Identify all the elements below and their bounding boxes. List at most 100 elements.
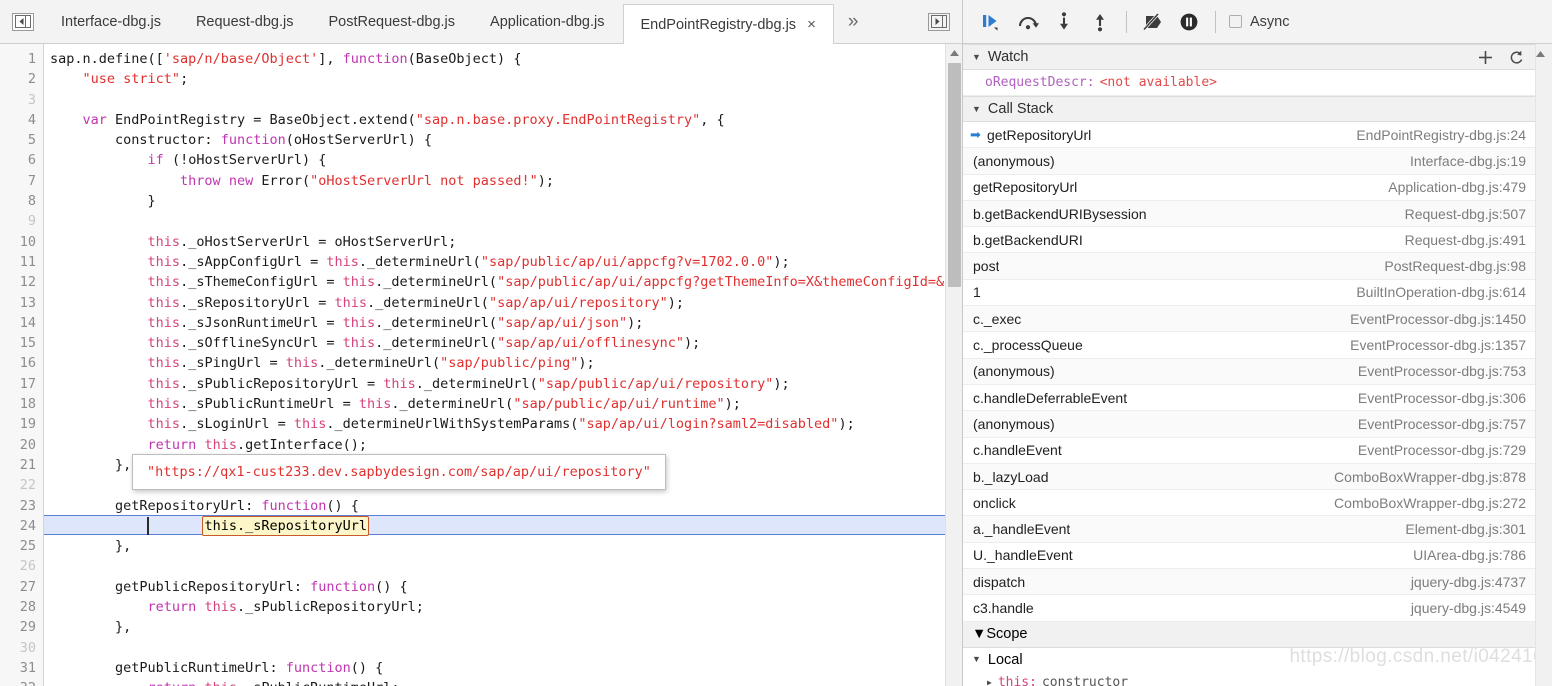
line-number-gutter: 1 2 3 4 5 6 7 8 9 10 11 12 13 14 15 16 17 18 19 20 21 22 23 24 2… — [0, 44, 44, 686]
frame-source-location[interactable]: EventProcessor-dbg.js:757 — [1346, 416, 1526, 432]
watch-section-header[interactable]: ▼ Watch — [963, 44, 1552, 70]
frame-source-location[interactable]: EndPointRegistry-dbg.js:24 — [1344, 127, 1526, 143]
frame-source-location[interactable]: PostRequest-dbg.js:98 — [1372, 258, 1526, 274]
line-number: 31 — [19, 659, 36, 676]
frame-source-location[interactable]: Element-dbg.js:301 — [1393, 521, 1526, 537]
scope-variable-row[interactable]: ▶ this: constructor — [963, 671, 1552, 686]
resume-icon[interactable] — [975, 7, 1009, 37]
frame-source-location[interactable]: BuiltInOperation-dbg.js:614 — [1344, 284, 1526, 300]
frame-source-location[interactable]: ComboBoxWrapper-dbg.js:878 — [1322, 469, 1526, 485]
chevron-down-icon[interactable]: ▼ — [972, 104, 981, 114]
frame-source-location[interactable]: UIArea-dbg.js:786 — [1401, 547, 1526, 563]
call-stack-frame[interactable]: onclick ComboBoxWrapper-dbg.js:272 — [963, 490, 1552, 517]
frame-source-location[interactable]: ComboBoxWrapper-dbg.js:272 — [1322, 495, 1526, 511]
call-stack-frame[interactable]: 1 BuiltInOperation-dbg.js:614 — [963, 279, 1552, 307]
pause-on-exceptions-icon[interactable] — [1172, 7, 1206, 37]
refresh-watch-icon[interactable] — [1509, 50, 1524, 65]
scrollbar-thumb[interactable] — [948, 63, 961, 287]
call-stack-frame[interactable]: U._handleEvent UIArea-dbg.js:786 — [963, 542, 1552, 570]
scope-group-title: Local — [987, 651, 1023, 668]
call-stack-frame[interactable]: (anonymous) EventProcessor-dbg.js:753 — [963, 358, 1552, 385]
call-stack-frame[interactable]: c._processQueue EventProcessor-dbg.js:135… — [963, 332, 1552, 359]
frame-function-name: c._processQueue — [973, 337, 1083, 354]
line-number: 19 — [19, 416, 36, 433]
expand-right-panel-icon[interactable] — [928, 12, 950, 31]
tab-application-dbg-js[interactable]: Application-dbg.js — [473, 0, 622, 43]
call-stack-frame[interactable]: post PostRequest-dbg.js:98 — [963, 253, 1552, 280]
frame-source-location[interactable]: Interface-dbg.js:19 — [1398, 153, 1526, 169]
frame-source-location[interactable]: Request-dbg.js:507 — [1393, 206, 1526, 222]
frame-source-location[interactable]: EventProcessor-dbg.js:1450 — [1338, 311, 1526, 327]
chevron-down-icon[interactable]: ▼ — [972, 52, 981, 62]
call-stack-frame[interactable]: b.getBackendURI Request-dbg.js:491 — [963, 227, 1552, 254]
debugger-vertical-scrollbar[interactable] — [1535, 44, 1552, 686]
highlighted-expression[interactable]: this._sRepositoryUrl — [202, 515, 370, 536]
collapse-left-panel-icon[interactable] — [12, 12, 34, 31]
toolbar-separator-2 — [1215, 10, 1216, 33]
step-out-icon[interactable] — [1083, 7, 1117, 37]
call-stack-frame[interactable]: ➡ getRepositoryUrl EndPointRegistry-dbg.js… — [963, 122, 1552, 149]
chevron-down-icon[interactable]: ▼ — [972, 626, 986, 642]
tab-postrequest-dbg-js[interactable]: PostRequest-dbg.js — [311, 0, 473, 43]
frame-function-name: b.getBackendURI — [973, 231, 1083, 248]
frame-source-location[interactable]: EventProcessor-dbg.js:753 — [1346, 363, 1526, 379]
line-number: 5 — [27, 132, 36, 149]
call-stack-frame[interactable]: (anonymous) Interface-dbg.js:19 — [963, 148, 1552, 175]
tab-label: Request-dbg.js — [195, 13, 294, 30]
tab-endpointregistry-dbg-js[interactable]: EndPointRegistry-dbg.js × — [622, 4, 834, 44]
close-icon[interactable]: × — [807, 17, 816, 32]
frame-source-location[interactable]: jquery-dbg.js:4549 — [1399, 600, 1526, 616]
frame-function-name: (anonymous) — [973, 415, 1055, 432]
tab-interface-dbg-js[interactable]: Interface-dbg.js — [44, 0, 179, 43]
frame-source-location[interactable]: jquery-dbg.js:4737 — [1399, 574, 1526, 590]
deactivate-breakpoints-icon[interactable] — [1136, 7, 1170, 37]
call-stack-frame[interactable]: c._exec EventProcessor-dbg.js:1450 — [963, 306, 1552, 333]
async-checkbox-group[interactable]: Async — [1229, 14, 1290, 30]
scrollbar-thumb[interactable] — [1536, 62, 1552, 662]
chevron-right-icon[interactable]: ▶ — [987, 678, 992, 686]
call-stack-frame[interactable]: a._handleEvent Element-dbg.js:301 — [963, 516, 1552, 543]
debugger-sidebar-pane: Async ▼ Watch oRequestDescr: <not availa… — [963, 0, 1552, 686]
source-code-text[interactable]: sap.n.define(['sap/n/base/Object'], func… — [44, 49, 962, 686]
line-number: 30 — [19, 639, 36, 656]
scroll-up-arrow-icon[interactable] — [1536, 44, 1552, 62]
call-stack-section-header[interactable]: ▼ Call Stack — [963, 96, 1552, 122]
async-checkbox[interactable] — [1229, 15, 1242, 28]
tab-overflow-chevron-icon[interactable]: » — [834, 0, 873, 43]
step-over-icon[interactable] — [1011, 7, 1045, 37]
frame-source-location[interactable]: EventProcessor-dbg.js:1357 — [1338, 337, 1526, 353]
frame-function-name: dispatch — [973, 573, 1026, 590]
frame-function-name: getRepositoryUrl — [973, 179, 1078, 196]
scroll-up-arrow-icon[interactable] — [946, 44, 962, 61]
frame-source-location[interactable]: Application-dbg.js:479 — [1376, 179, 1526, 195]
scope-group-list: ▼ Local ▶ this: constructor — [963, 647, 1552, 686]
line-number: 6 — [27, 152, 36, 169]
call-stack-frame[interactable]: c3.handle jquery-dbg.js:4549 — [963, 595, 1552, 622]
call-stack-frame[interactable]: c.handleEvent EventProcessor-dbg.js:729 — [963, 437, 1552, 464]
current-frame-arrow-icon: ➡ — [970, 126, 981, 142]
call-stack-frame[interactable]: dispatch jquery-dbg.js:4737 — [963, 569, 1552, 596]
call-stack-frame[interactable]: b.getBackendURIBysession Request-dbg.js:5… — [963, 200, 1552, 228]
call-stack-frame[interactable]: getRepositoryUrl Application-dbg.js:479 — [963, 174, 1552, 201]
debugger-toolbar: Async — [963, 0, 1552, 44]
code-scroll-region[interactable]: sap.n.define(['sap/n/base/Object'], func… — [44, 44, 962, 686]
scope-group-header[interactable]: ▼ Local — [963, 647, 1552, 672]
chevron-down-icon[interactable]: ▼ — [972, 655, 981, 664]
line-number: 3 — [27, 91, 36, 108]
tab-request-dbg-js[interactable]: Request-dbg.js — [179, 0, 312, 43]
call-stack-frame[interactable]: b._lazyLoad ComboBoxWrapper-dbg.js:878 — [963, 463, 1552, 491]
expression-value-tooltip: "https://qx1-cust233.dev.sapbydesign.com… — [132, 453, 666, 490]
line-number: 22 — [19, 477, 36, 494]
watch-entry[interactable]: oRequestDescr: <not available> — [963, 70, 1552, 96]
step-into-icon[interactable] — [1047, 7, 1081, 37]
call-stack-frame[interactable]: c.handleDeferrableEvent EventProcessor-db… — [963, 384, 1552, 412]
scope-section-header[interactable]: ▼ Scope — [963, 621, 1552, 648]
tab-label: EndPointRegistry-dbg.js — [640, 16, 797, 33]
frame-source-location[interactable]: Request-dbg.js:491 — [1393, 232, 1526, 248]
frame-source-location[interactable]: EventProcessor-dbg.js:729 — [1346, 442, 1526, 458]
frame-source-location[interactable]: EventProcessor-dbg.js:306 — [1346, 390, 1526, 406]
call-stack-frame[interactable]: (anonymous) EventProcessor-dbg.js:757 — [963, 411, 1552, 438]
add-watch-icon[interactable] — [1478, 50, 1493, 65]
editor-vertical-scrollbar[interactable] — [945, 44, 962, 686]
frame-function-name: c3.handle — [973, 599, 1034, 616]
